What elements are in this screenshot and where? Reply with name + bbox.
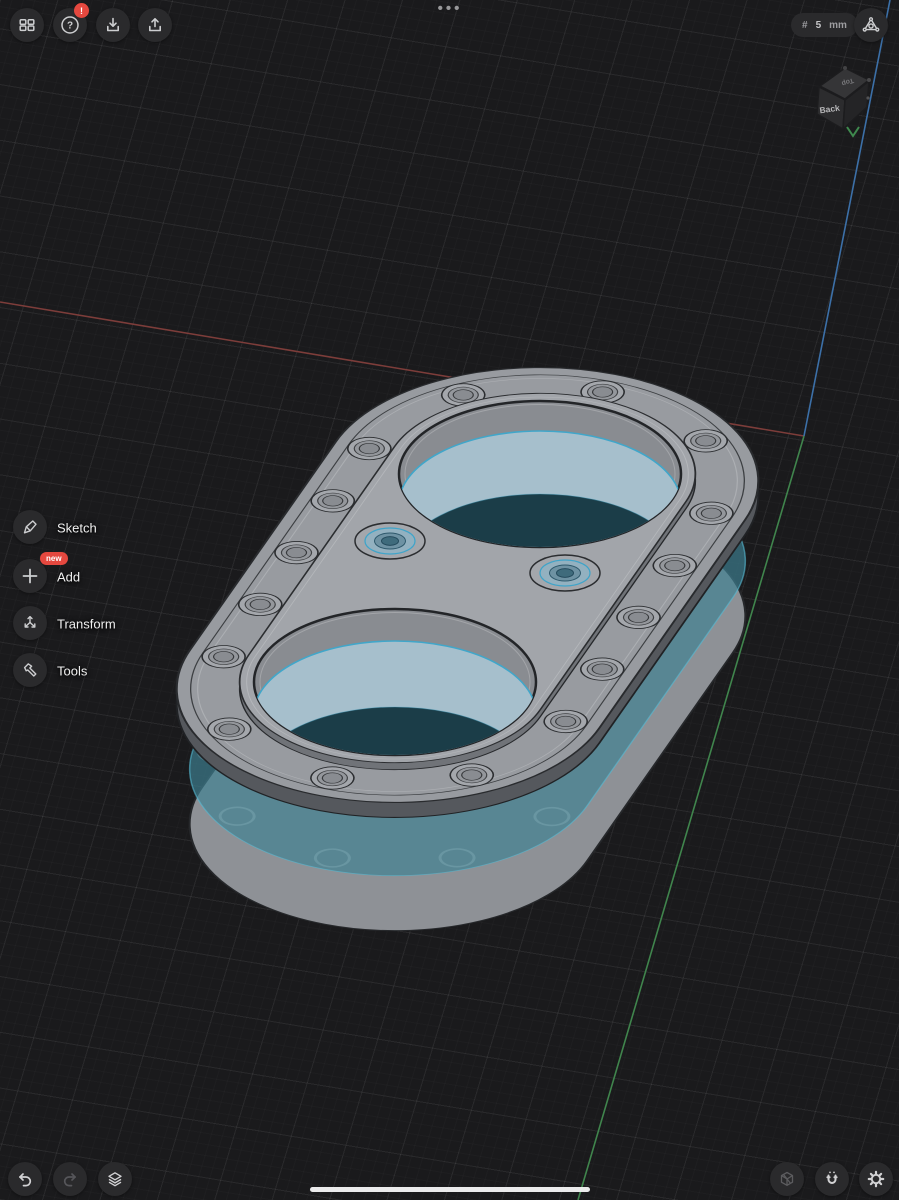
sketch-label[interactable]: Sketch [57, 521, 97, 536]
gear-icon [866, 1169, 886, 1189]
add-button[interactable] [13, 559, 47, 593]
grid-size-unit: mm [829, 20, 847, 31]
projects-button[interactable] [10, 8, 44, 42]
add-label[interactable]: Add [57, 570, 80, 585]
add-new-badge: new [40, 552, 68, 565]
projects-grid-icon [17, 15, 37, 35]
sketch-pencil-icon [20, 517, 40, 537]
import-button[interactable] [96, 8, 130, 42]
snapping-button[interactable] [815, 1162, 849, 1196]
home-indicator[interactable] [310, 1187, 590, 1192]
tools-hammer-icon [20, 660, 40, 680]
tools-button[interactable] [13, 653, 47, 687]
export-button[interactable] [138, 8, 172, 42]
redo-icon [60, 1169, 80, 1189]
export-share-icon [145, 15, 165, 35]
grid-setting-pill[interactable]: # 5 mm [791, 13, 858, 37]
sketch-button[interactable] [13, 510, 47, 544]
z-axis-line [804, 0, 890, 436]
tools-label[interactable]: Tools [57, 664, 87, 679]
stacked-layers-icon [105, 1169, 125, 1189]
3d-scene[interactable]: Top Back [0, 0, 899, 1200]
isolate-button[interactable] [98, 1162, 132, 1196]
redo-button[interactable] [53, 1162, 87, 1196]
view-cube-corner [867, 78, 871, 82]
settings-button[interactable] [859, 1162, 893, 1196]
undo-icon [15, 1169, 35, 1189]
visualization-cube-icon [777, 1169, 797, 1189]
view-cube-down-arrow-icon [847, 127, 859, 136]
transform-button[interactable] [13, 606, 47, 640]
countersunk-hole-right[interactable] [530, 555, 600, 591]
view-cube-corner [866, 96, 869, 99]
help-alert-badge: ! [74, 3, 89, 18]
transform-move-icon [20, 613, 40, 633]
model-body[interactable] [115, 336, 820, 961]
plus-icon [20, 566, 40, 586]
svg-text:?: ? [67, 21, 73, 32]
view-cube[interactable]: Top Back [817, 66, 871, 136]
undo-button[interactable] [8, 1162, 42, 1196]
grid-size-value: 5 [816, 20, 822, 31]
view-cube-corner [843, 66, 847, 70]
grid-symbol: # [802, 20, 808, 31]
view-settings-icon [861, 15, 881, 35]
window-menu-dots[interactable]: ••• [425, 0, 475, 17]
countersunk-hole-left[interactable] [355, 523, 425, 559]
import-icon [103, 15, 123, 35]
magnet-icon [822, 1169, 842, 1189]
cad-viewport: Top Back ? ! [0, 0, 899, 1200]
transform-label[interactable]: Transform [57, 617, 116, 632]
view-settings-button[interactable] [854, 8, 888, 42]
visualization-button[interactable] [770, 1162, 804, 1196]
